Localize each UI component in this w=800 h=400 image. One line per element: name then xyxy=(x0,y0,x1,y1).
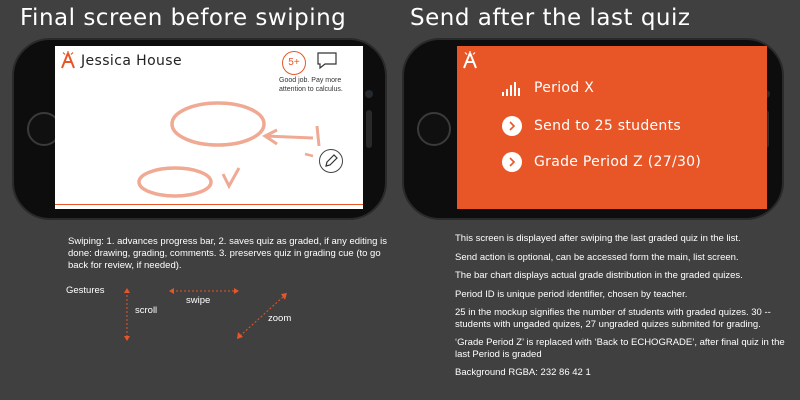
note: This screen is displayed after swiping t… xyxy=(455,233,741,244)
note: Send action is optional, can be accessed… xyxy=(455,251,739,263)
note: ‘Grade Period Z’ is replaced with ‘Back … xyxy=(455,337,785,360)
note: Period ID is unique period identifier, c… xyxy=(455,288,688,300)
note: 25 in the mockup signifies the number of… xyxy=(455,307,771,330)
design-notes: This screen is displayed after swiping t… xyxy=(455,233,790,386)
note: Background RGBA: 232 86 42 1 xyxy=(455,367,591,378)
note: The bar chart displays actual grade dist… xyxy=(455,270,743,281)
zoom-arrow xyxy=(239,295,285,337)
